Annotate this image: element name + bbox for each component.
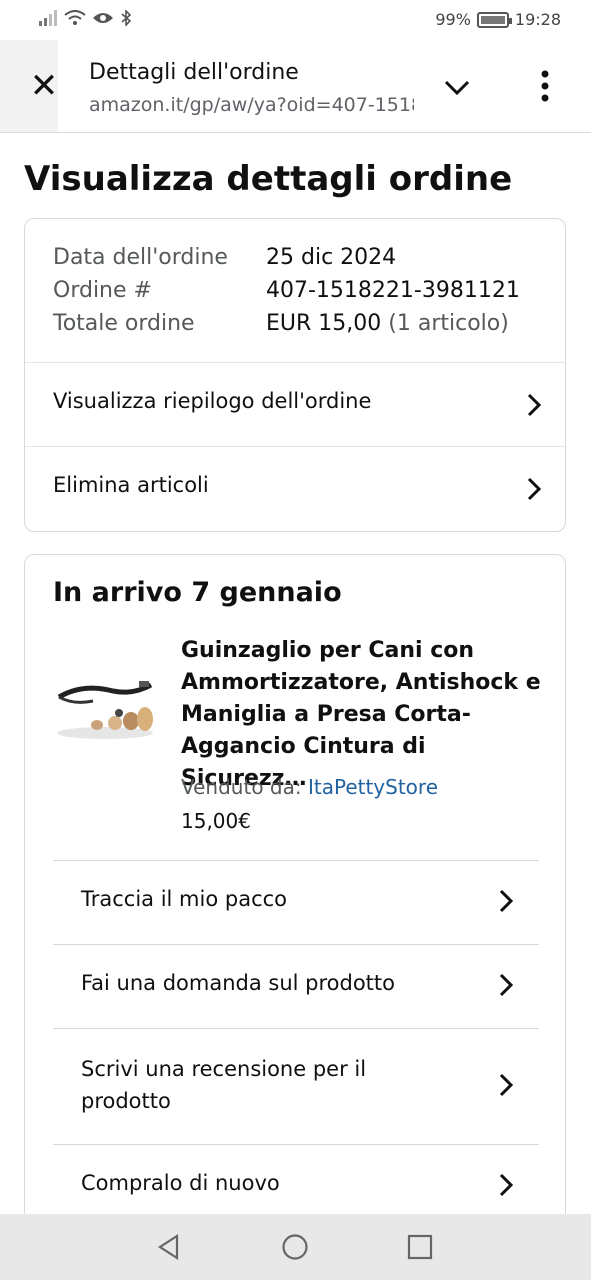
order-total-row: Totale ordine EUR 15,00 (1 articolo) <box>53 307 520 340</box>
battery-percent: 99% <box>435 10 471 29</box>
chevron-right-icon <box>499 889 514 913</box>
order-number-row: Ordine # 407-1518221-3981121 <box>53 274 520 307</box>
order-summary: Data dell'ordine 25 dic 2024 Ordine # 40… <box>53 241 520 340</box>
product-image[interactable] <box>53 663 157 743</box>
order-date-row: Data dell'ordine 25 dic 2024 <box>53 241 520 274</box>
order-total-amount: EUR 15,00 <box>266 311 382 336</box>
chevron-right-icon <box>527 477 542 501</box>
seller-label: Venduto da: <box>181 775 302 799</box>
wifi-icon <box>64 10 86 25</box>
home-circle-icon[interactable] <box>281 1233 309 1261</box>
recents-square-icon[interactable] <box>407 1234 433 1260</box>
order-summary-card: Data dell'ordine 25 dic 2024 Ordine # 40… <box>24 218 566 532</box>
page-heading: Visualizza dettagli ordine <box>24 159 513 199</box>
arrival-date: In arrivo 7 gennaio <box>53 577 342 608</box>
status-bar: 99% 19:28 <box>0 0 591 40</box>
order-date-label: Data dell'ordine <box>53 245 228 270</box>
order-number-value: 407-1518221-3981121 <box>266 278 520 303</box>
product-price: 15,00€ <box>181 809 251 833</box>
chevron-right-icon <box>499 973 514 997</box>
write-review-button[interactable]: Scrivi una recensione per il prodotto <box>53 1028 539 1145</box>
chevron-right-icon <box>499 1073 514 1097</box>
track-package-label: Traccia il mio pacco <box>81 887 288 911</box>
buy-again-label: Compralo di nuovo <box>81 1171 280 1195</box>
more-vert-icon[interactable] <box>528 68 562 104</box>
view-order-summary-link[interactable]: Visualizza riepilogo dell'ordine <box>25 362 565 447</box>
browser-toolbar: ✕ Dettagli dell'ordine amazon.it/gp/aw/y… <box>0 40 591 133</box>
system-nav-bar <box>0 1214 591 1280</box>
order-number-label: Ordine # <box>53 278 152 303</box>
order-date-value: 25 dic 2024 <box>266 245 397 270</box>
seller-info: Venduto da: ItaPettyStore <box>181 775 438 799</box>
delete-items-link[interactable]: Elimina articoli <box>25 446 565 531</box>
order-total-label: Totale ordine <box>53 311 195 336</box>
back-triangle-icon[interactable] <box>155 1233 183 1261</box>
view-order-summary-label: Visualizza riepilogo dell'ordine <box>53 389 372 413</box>
shipment-card: In arrivo 7 gennaio Guinzaglio per Cani … <box>24 554 566 1234</box>
write-review-label: Scrivi una recensione per il prodotto <box>81 1057 367 1113</box>
chevron-down-icon[interactable] <box>440 70 474 104</box>
close-icon[interactable]: ✕ <box>26 68 62 104</box>
url-text: amazon.it/gp/aw/ya?oid=407-1518 <box>89 94 414 116</box>
battery-icon <box>476 11 512 28</box>
order-item-count: (1 articolo) <box>388 311 509 336</box>
ask-question-label: Fai una domanda sul prodotto <box>81 971 395 995</box>
track-package-button[interactable]: Traccia il mio pacco <box>53 860 539 945</box>
page-title: Dettagli dell'ordine <box>89 60 299 85</box>
ask-question-button[interactable]: Fai una domanda sul prodotto <box>53 944 539 1029</box>
chevron-right-icon <box>527 393 542 417</box>
product-title[interactable]: Guinzaglio per Cani con Ammortizzatore, … <box>181 635 541 795</box>
order-total-value: EUR 15,00 (1 articolo) <box>266 307 509 340</box>
delete-items-label: Elimina articoli <box>53 473 209 497</box>
chevron-right-icon <box>499 1173 514 1197</box>
bluetooth-icon <box>121 10 132 26</box>
eye-icon <box>93 13 113 23</box>
signal-icon <box>39 10 57 26</box>
clock: 19:28 <box>514 10 561 29</box>
seller-link[interactable]: ItaPettyStore <box>308 775 438 799</box>
url-box[interactable]: Dettagli dell'ordine amazon.it/gp/aw/ya?… <box>58 40 591 132</box>
